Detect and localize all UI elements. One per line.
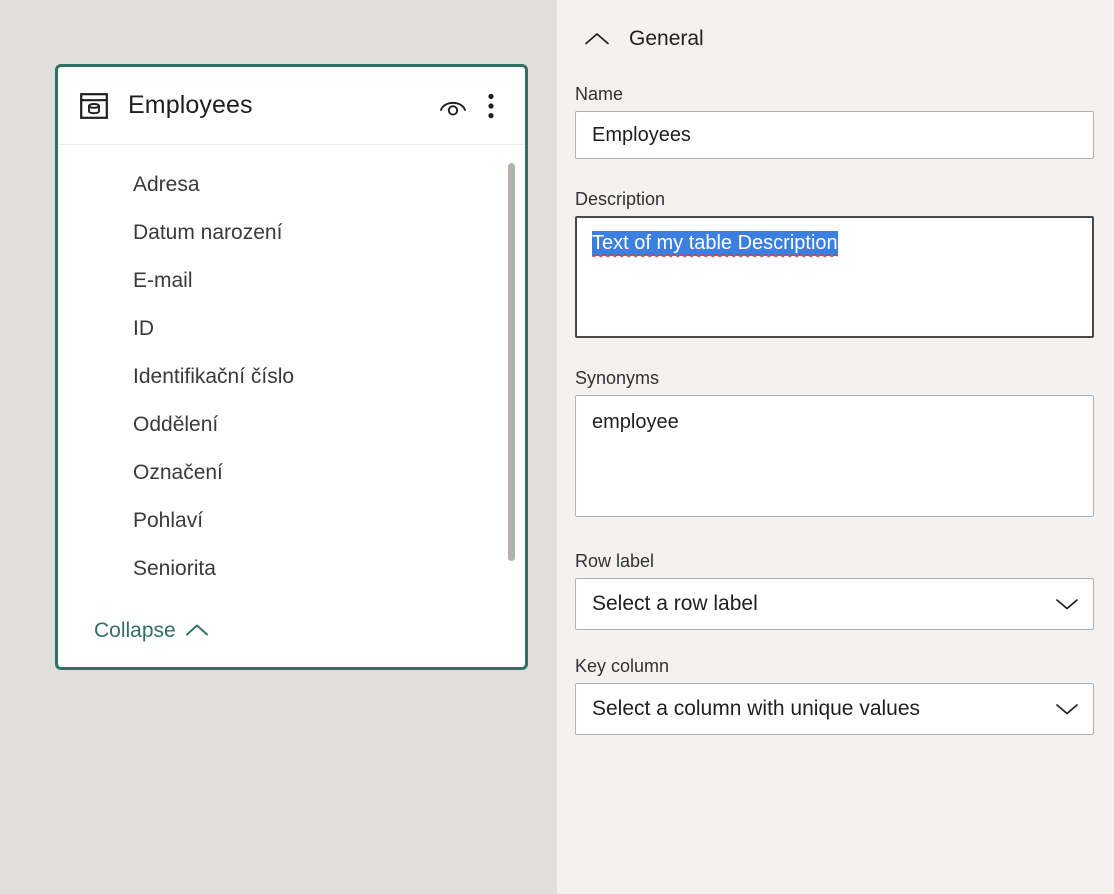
properties-panel: General Name Description Text of my tabl… xyxy=(557,0,1114,894)
row-label-label: Row label xyxy=(575,551,655,571)
key-column-value: Select a column with unique values xyxy=(592,697,921,720)
name-input[interactable] xyxy=(575,111,1094,159)
list-item[interactable]: Označení xyxy=(58,449,525,497)
table-card-employees[interactable]: Employees Adresa Datum narození E-mail I… xyxy=(55,64,528,670)
section-header-general[interactable]: General xyxy=(575,0,1094,66)
list-item[interactable]: Datum narození xyxy=(58,209,525,257)
chevron-up-icon[interactable] xyxy=(575,31,619,47)
key-column-label: Key column xyxy=(575,656,670,676)
app-root: Employees Adresa Datum narození E-mail I… xyxy=(0,0,1114,894)
table-card-actions xyxy=(437,90,507,122)
table-card-footer: Collapse xyxy=(58,595,525,667)
table-database-icon xyxy=(78,90,110,122)
field-block-key-column: Key column Select a column with unique v… xyxy=(575,656,1094,735)
chevron-down-icon[interactable] xyxy=(1055,697,1079,721)
field-block-row-label: Row label Select a row label xyxy=(575,551,1094,630)
model-canvas: Employees Adresa Datum narození E-mail I… xyxy=(0,0,557,894)
table-field-list[interactable]: Adresa Datum narození E-mail ID Identifi… xyxy=(58,145,525,595)
collapse-label: Collapse xyxy=(94,619,176,642)
name-label: Name xyxy=(575,84,624,104)
row-label-value: Select a row label xyxy=(592,592,758,615)
description-selected-text[interactable]: Text of my table Description xyxy=(592,231,838,256)
list-item[interactable]: ID xyxy=(58,305,525,353)
chevron-up-icon xyxy=(185,619,209,643)
table-card-header: Employees xyxy=(58,67,525,145)
preview-data-icon[interactable] xyxy=(437,90,469,122)
key-column-select[interactable]: Select a column with unique values xyxy=(575,683,1094,735)
field-list-scrollbar[interactable] xyxy=(508,163,515,561)
field-block-name: Name xyxy=(575,84,1094,159)
list-item[interactable]: Oddělení xyxy=(58,401,525,449)
chevron-down-icon[interactable] xyxy=(1055,592,1079,616)
synonyms-textarea[interactable]: employee xyxy=(575,395,1094,517)
list-item[interactable]: E-mail xyxy=(58,257,525,305)
collapse-button[interactable]: Collapse xyxy=(94,619,209,643)
list-item[interactable]: Identifikační číslo xyxy=(58,353,525,401)
synonyms-value: employee xyxy=(592,411,679,433)
row-label-select[interactable]: Select a row label xyxy=(575,578,1094,630)
list-item[interactable]: Seniorita xyxy=(58,545,525,593)
more-options-icon[interactable] xyxy=(475,90,507,122)
list-item[interactable]: Adresa xyxy=(58,161,525,209)
list-item[interactable]: Pohlaví xyxy=(58,497,525,545)
section-title: General xyxy=(629,27,704,50)
field-block-synonyms: Synonyms employee xyxy=(575,368,1094,517)
description-textarea[interactable]: Text of my table Description xyxy=(575,216,1094,338)
synonyms-label: Synonyms xyxy=(575,368,660,388)
table-card-title: Employees xyxy=(128,91,253,119)
field-block-description: Description Text of my table Description xyxy=(575,189,1094,338)
description-label: Description xyxy=(575,189,666,209)
